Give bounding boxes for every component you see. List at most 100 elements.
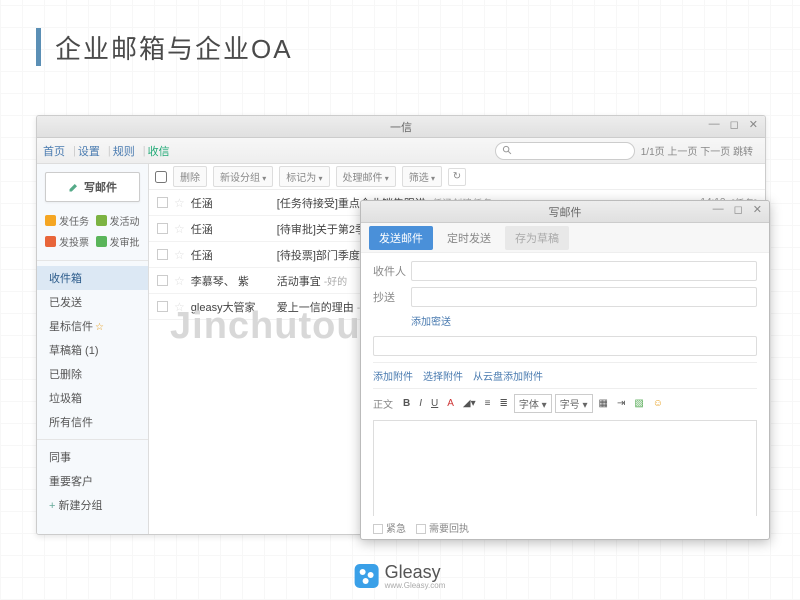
tool-approve[interactable]: 发审批	[96, 234, 141, 249]
brand-url: www.Gleasy.com	[385, 581, 446, 590]
mail-checkbox[interactable]	[157, 249, 168, 260]
tool-activity[interactable]: 发活动	[96, 213, 141, 228]
folder-inbox[interactable]: 收件箱	[37, 266, 148, 290]
tool-task[interactable]: 发任务	[45, 213, 90, 228]
folder-newgroup[interactable]: 新建分组	[37, 493, 148, 517]
tb-process[interactable]: 处理邮件	[336, 166, 396, 187]
mail-sender: 任涵	[191, 247, 271, 263]
star-icon[interactable]: ☆	[174, 248, 185, 262]
italic-button[interactable]: I	[416, 397, 425, 410]
maximize-icon[interactable]: ◻	[727, 118, 742, 131]
chart-icon	[45, 236, 56, 247]
brand-name: Gleasy	[385, 562, 441, 582]
align-button[interactable]: ▦	[596, 397, 611, 410]
page-navigation[interactable]: 1/1页 上一页 下一页 跳转	[641, 143, 753, 158]
mail-checkbox[interactable]	[157, 197, 168, 208]
tab-send[interactable]: 发送邮件	[369, 226, 433, 250]
image-button[interactable]: ▧	[631, 397, 646, 410]
bgcolor-button[interactable]: ◢▾	[460, 397, 479, 410]
compose-dialog: 写邮件 — ◻ ✕ 发送邮件 定时发送 存为草稿 收件人 抄送 添加密送 添加附…	[360, 200, 770, 540]
list-ol-button[interactable]: ≣	[496, 397, 510, 410]
title-accent-bar	[36, 28, 41, 66]
receipt-checkbox[interactable]: 需要回执	[416, 520, 469, 535]
urgent-checkbox[interactable]: 紧急	[373, 520, 406, 535]
input-cc[interactable]	[411, 287, 757, 307]
folder-all[interactable]: 所有信件	[37, 410, 148, 434]
mail-checkbox[interactable]	[157, 223, 168, 234]
folder-drafts[interactable]: 草稿箱 (1)	[37, 338, 148, 362]
search-icon	[502, 145, 513, 156]
mail-sender: 李慕琴、 紫	[191, 273, 271, 289]
add-bcc-link[interactable]: 添加密送	[411, 313, 757, 328]
sidebar: 写邮件 发任务 发活动 发投票 发审批 收件箱 已发送 星标信件 草稿箱 (1)…	[37, 164, 149, 534]
tool-vote[interactable]: 发投票	[45, 234, 90, 249]
mail-checkbox[interactable]	[157, 301, 168, 312]
editor-textarea[interactable]	[373, 420, 757, 516]
star-icon[interactable]: ☆	[174, 274, 185, 288]
compose-button[interactable]: 写邮件	[45, 172, 140, 202]
editor-toolbar: 正文 B I U A ◢▾ ≡ ≣ 字体 ▾ 字号 ▾ ▦ ⇥ ▧ ☺	[373, 389, 757, 418]
star-icon[interactable]: ☆	[174, 300, 185, 314]
tab-draft[interactable]: 存为草稿	[505, 226, 569, 250]
window-titlebar: 一信 — ◻ ✕	[37, 116, 765, 138]
pencil-icon	[68, 181, 80, 193]
check-icon	[96, 236, 107, 247]
tb-mark[interactable]: 标记为	[279, 166, 329, 187]
tab-timed[interactable]: 定时发送	[437, 226, 501, 250]
attach-select[interactable]: 选择附件	[423, 368, 463, 383]
list-ul-button[interactable]: ≡	[482, 397, 494, 410]
gleasy-logo-icon	[355, 564, 379, 588]
dlg-maximize-icon[interactable]: ◻	[731, 203, 746, 216]
emoji-button[interactable]: ☺	[650, 397, 666, 410]
search-input[interactable]	[495, 142, 635, 160]
slide-title-text: 企业邮箱与企业OA	[55, 29, 293, 66]
tb-delete[interactable]: 删除	[173, 166, 207, 187]
mail-sender: gleasy大管家	[191, 299, 271, 315]
window-title-text: 一信	[390, 119, 412, 135]
mail-toolbar: 删除 新设分组 标记为 处理邮件 筛选 ↻	[149, 164, 765, 190]
nav-home[interactable]: 首页	[43, 143, 65, 159]
star-icon[interactable]: ☆	[174, 196, 185, 210]
compose-label: 写邮件	[84, 179, 117, 195]
select-all-checkbox[interactable]	[155, 171, 167, 183]
dialog-title-text: 写邮件	[549, 204, 582, 220]
folder-spam[interactable]: 垃圾箱	[37, 386, 148, 410]
attach-cloud[interactable]: 从云盘添加附件	[473, 368, 543, 383]
dlg-minimize-icon[interactable]: —	[710, 203, 727, 216]
folder-sent[interactable]: 已发送	[37, 290, 148, 314]
refresh-button[interactable]: ↻	[448, 168, 466, 186]
size-select[interactable]: 字号 ▾	[555, 394, 593, 413]
nav-rules[interactable]: 规则	[113, 143, 135, 159]
bold-button[interactable]: B	[400, 397, 413, 410]
folder-colleague[interactable]: 同事	[37, 445, 148, 469]
nav-settings[interactable]: 设置	[78, 143, 100, 159]
top-nav: 首页| 设置| 规则| 收信 1/1页 上一页 下一页 跳转	[37, 138, 765, 164]
indent-button[interactable]: ⇥	[614, 397, 628, 410]
dlg-close-icon[interactable]: ✕	[750, 203, 765, 216]
color-button[interactable]: A	[444, 397, 457, 410]
label-cc: 抄送	[373, 289, 411, 305]
folder-vip[interactable]: 重要客户	[37, 469, 148, 493]
megaphone-icon	[96, 215, 107, 226]
editor-label: 正文	[373, 396, 393, 411]
star-icon[interactable]: ☆	[174, 222, 185, 236]
nav-receive[interactable]: 收信	[148, 143, 170, 159]
attach-add[interactable]: 添加附件	[373, 368, 413, 383]
mail-sender: 任涵	[191, 221, 271, 237]
tb-group[interactable]: 新设分组	[213, 166, 273, 187]
underline-button[interactable]: U	[428, 397, 441, 410]
minimize-icon[interactable]: —	[706, 118, 723, 131]
font-select[interactable]: 字体 ▾	[514, 394, 552, 413]
tb-filter[interactable]: 筛选	[402, 166, 442, 187]
slide-title: 企业邮箱与企业OA	[36, 28, 293, 66]
folder-starred[interactable]: 星标信件	[37, 314, 148, 338]
dialog-titlebar: 写邮件 — ◻ ✕	[361, 201, 769, 223]
input-to[interactable]	[411, 261, 757, 281]
close-icon[interactable]: ✕	[746, 118, 761, 131]
folder-deleted[interactable]: 已删除	[37, 362, 148, 386]
input-subject[interactable]	[373, 336, 757, 356]
brand-footer: Gleasy www.Gleasy.com	[355, 562, 446, 590]
clock-icon	[45, 215, 56, 226]
mail-sender: 任涵	[191, 195, 271, 211]
mail-checkbox[interactable]	[157, 275, 168, 286]
